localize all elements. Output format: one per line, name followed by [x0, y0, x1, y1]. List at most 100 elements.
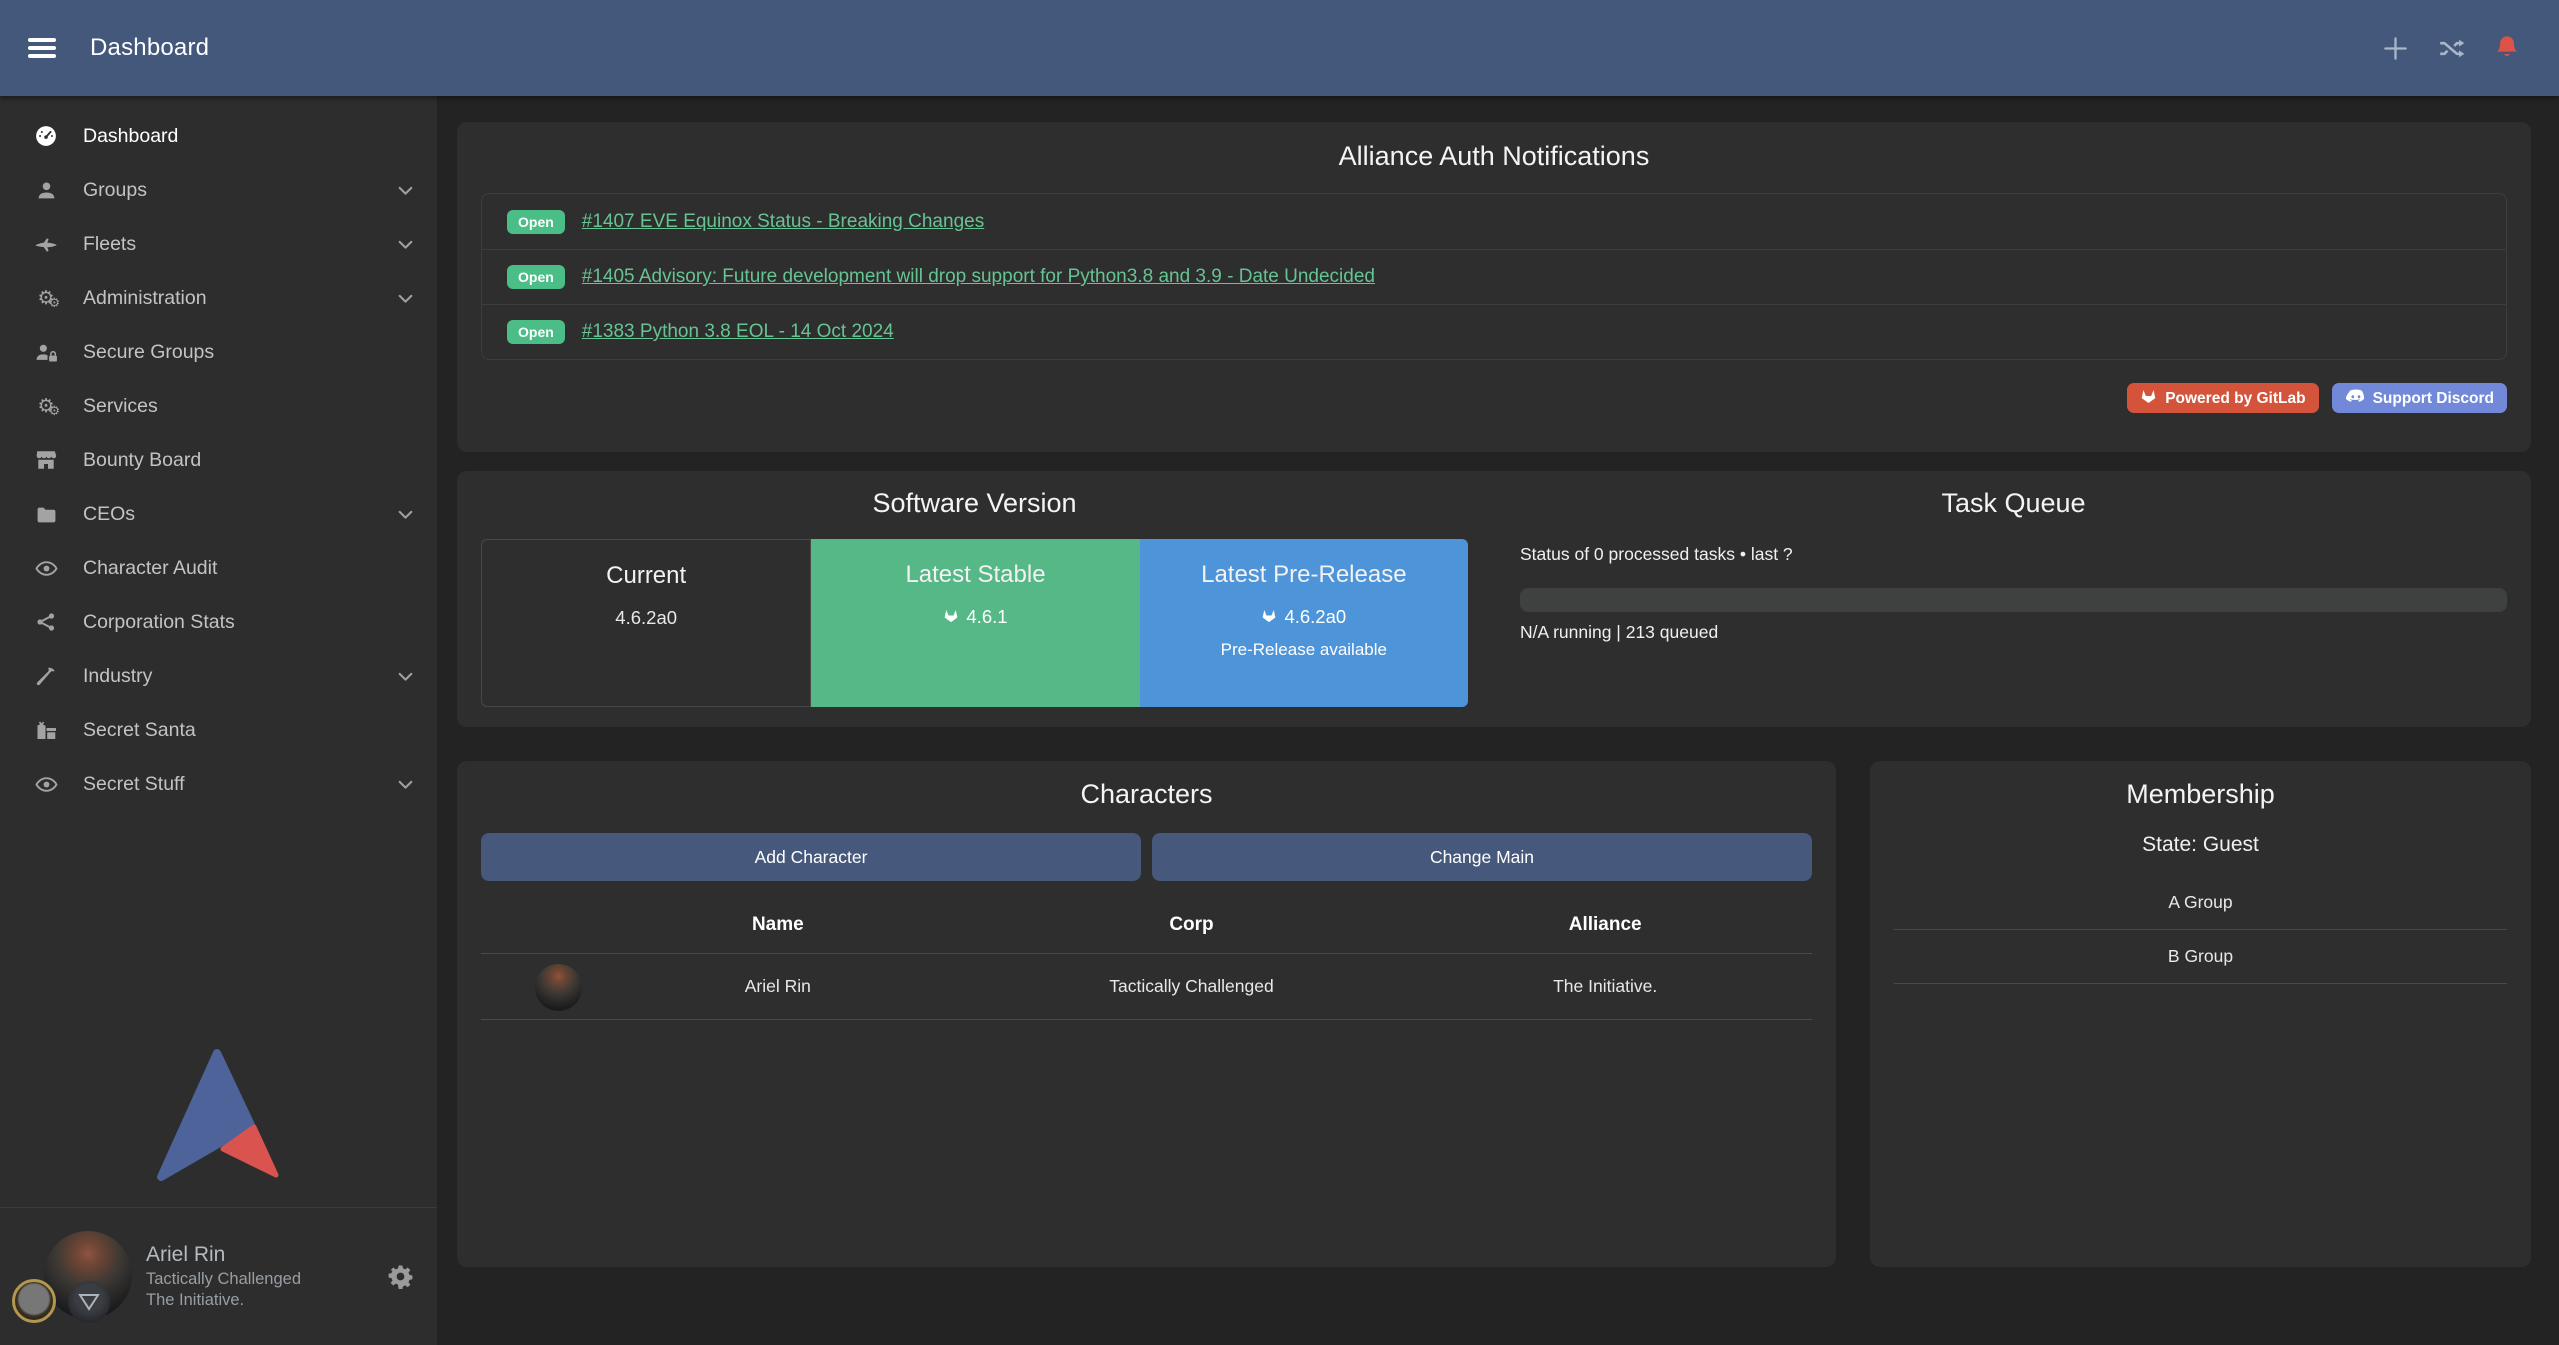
- sidebar-item-label: Secret Stuff: [83, 773, 185, 796]
- task-queue-section: Task Queue Status of 0 processed tasks •…: [1520, 488, 2507, 710]
- sidebar-item-label: Bounty Board: [83, 449, 201, 472]
- main-content: Alliance Auth Notifications Open #1407 E…: [437, 96, 2559, 1345]
- task-queue-progressbar: [1520, 588, 2507, 612]
- badge-label: Powered by GitLab: [2165, 390, 2305, 407]
- sidebar: Dashboard Groups Fleets ⚙⚙ Administratio…: [0, 96, 437, 1345]
- characters-panel: Characters Add Character Change Main Nam…: [457, 761, 1836, 1267]
- version-note: Pre-Release available: [1140, 640, 1468, 660]
- version-strip: Current 4.6.2a0 Latest Stable 4.6.1 Late…: [481, 539, 1468, 707]
- notification-link[interactable]: #1383 Python 3.8 EOL - 14 Oct 2024: [582, 321, 894, 343]
- status-badge: Open: [507, 265, 565, 289]
- shuffle-icon[interactable]: [2439, 38, 2465, 59]
- sidebar-item-industry[interactable]: Industry: [0, 649, 437, 703]
- user-corp: Tactically Challenged: [146, 1269, 301, 1291]
- support-discord-badge[interactable]: Support Discord: [2332, 383, 2507, 413]
- chevron-down-icon: [396, 667, 415, 686]
- characters-title: Characters: [481, 779, 1812, 810]
- change-main-button[interactable]: Change Main: [1152, 833, 1812, 881]
- software-version-section: Software Version Current 4.6.2a0 Latest …: [481, 488, 1468, 710]
- sidebar-item-dashboard[interactable]: Dashboard: [0, 109, 437, 163]
- bell-icon[interactable]: [2495, 35, 2519, 61]
- character-corp: Tactically Challenged: [985, 976, 1399, 997]
- alliance-logo: [68, 1281, 110, 1323]
- sidebar-item-label: Groups: [83, 179, 147, 202]
- eye-icon: [28, 776, 64, 793]
- sidebar-item-administration[interactable]: ⚙⚙ Administration: [0, 271, 437, 325]
- gear-icon[interactable]: [388, 1264, 413, 1289]
- notification-item: Open #1405 Advisory: Future development …: [482, 249, 2506, 304]
- sidebar-item-character-audit[interactable]: Character Audit: [0, 541, 437, 595]
- column-header-name: Name: [571, 914, 985, 936]
- sidebar-item-label: CEOs: [83, 503, 135, 526]
- sidebar-item-label: Corporation Stats: [83, 611, 235, 634]
- sidebar-item-ceos[interactable]: CEOs: [0, 487, 437, 541]
- sidebar-item-label: Industry: [83, 665, 152, 688]
- status-badge: Open: [507, 320, 565, 344]
- chevron-down-icon: [396, 235, 415, 254]
- notification-item: Open #1383 Python 3.8 EOL - 14 Oct 2024: [482, 304, 2506, 359]
- membership-list: A Group B Group: [1894, 876, 2507, 984]
- hammer-icon: [28, 666, 64, 687]
- sidebar-item-services[interactable]: ⚙⚙ Services: [0, 379, 437, 433]
- folder-icon: [28, 505, 64, 524]
- version-name: Current: [482, 562, 810, 590]
- column-header-corp: Corp: [985, 914, 1399, 936]
- version-name: Latest Stable: [811, 561, 1139, 589]
- sidebar-item-corporation-stats[interactable]: Corporation Stats: [0, 595, 437, 649]
- badge-label: Support Discord: [2373, 390, 2494, 407]
- gitlab-icon: [2140, 388, 2157, 408]
- top-navbar: Dashboard: [0, 0, 2559, 96]
- sidebar-item-bounty-board[interactable]: Bounty Board: [0, 433, 437, 487]
- software-version-title: Software Version: [481, 488, 1468, 519]
- chevron-down-icon: [396, 289, 415, 308]
- version-name: Latest Pre-Release: [1140, 561, 1468, 589]
- sidebar-menu: Dashboard Groups Fleets ⚙⚙ Administratio…: [0, 96, 437, 811]
- user-panel: Ariel Rin Tactically Challenged The Init…: [0, 1207, 437, 1345]
- notifications-list: Open #1407 EVE Equinox Status - Breaking…: [481, 193, 2507, 360]
- corp-logo: [12, 1279, 56, 1323]
- version-latest-stable: Latest Stable 4.6.1: [811, 539, 1139, 707]
- plus-icon[interactable]: [2382, 35, 2409, 62]
- user-alliance: The Initiative.: [146, 1290, 301, 1312]
- sidebar-item-secret-santa[interactable]: Secret Santa: [0, 703, 437, 757]
- chevron-down-icon: [396, 505, 415, 524]
- powered-by-gitlab-badge[interactable]: Powered by GitLab: [2127, 383, 2318, 413]
- version-value: 4.6.2a0: [482, 607, 810, 629]
- table-row: Ariel Rin Tactically Challenged The Init…: [481, 954, 1812, 1020]
- notification-link[interactable]: #1405 Advisory: Future development will …: [582, 266, 1375, 288]
- gauge-icon: [28, 125, 64, 147]
- sidebar-item-secret-stuff[interactable]: Secret Stuff: [0, 757, 437, 811]
- user-lock-icon: [28, 342, 64, 363]
- sidebar-item-fleets[interactable]: Fleets: [0, 217, 437, 271]
- sidebar-item-label: Character Audit: [83, 557, 217, 580]
- chevron-down-icon: [396, 775, 415, 794]
- task-queue-status: Status of 0 processed tasks • last ?: [1520, 544, 2507, 565]
- version-value: 4.6.1: [811, 606, 1139, 628]
- gears-icon: ⚙⚙: [28, 396, 64, 416]
- user-icon: [28, 180, 64, 201]
- jet-icon: [28, 234, 64, 254]
- sidebar-item-groups[interactable]: Groups: [0, 163, 437, 217]
- version-latest-prerelease: Latest Pre-Release 4.6.2a0 Pre-Release a…: [1140, 539, 1468, 707]
- gifts-icon: [28, 720, 64, 740]
- notification-item: Open #1407 EVE Equinox Status - Breaking…: [482, 194, 2506, 249]
- chevron-down-icon: [396, 181, 415, 200]
- column-header-alliance: Alliance: [1398, 914, 1812, 936]
- menu-icon[interactable]: [28, 36, 56, 60]
- list-item: A Group: [1894, 876, 2507, 930]
- alliance-auth-logo: [0, 1045, 437, 1207]
- sidebar-item-label: Fleets: [83, 233, 136, 256]
- discord-icon: [2345, 389, 2365, 408]
- eye-icon: [28, 560, 64, 577]
- notifications-title: Alliance Auth Notifications: [481, 141, 2507, 172]
- version-value: 4.6.2a0: [1140, 606, 1468, 628]
- membership-state: State: Guest: [1894, 833, 2507, 857]
- add-character-button[interactable]: Add Character: [481, 833, 1141, 881]
- status-panel: Software Version Current 4.6.2a0 Latest …: [457, 471, 2531, 727]
- notification-link[interactable]: #1407 EVE Equinox Status - Breaking Chan…: [582, 211, 984, 233]
- character-name: Ariel Rin: [571, 976, 985, 997]
- sidebar-item-secure-groups[interactable]: Secure Groups: [0, 325, 437, 379]
- sidebar-item-label: Administration: [83, 287, 207, 310]
- sidebar-item-label: Secure Groups: [83, 341, 214, 364]
- table-header: Name Corp Alliance: [481, 897, 1812, 954]
